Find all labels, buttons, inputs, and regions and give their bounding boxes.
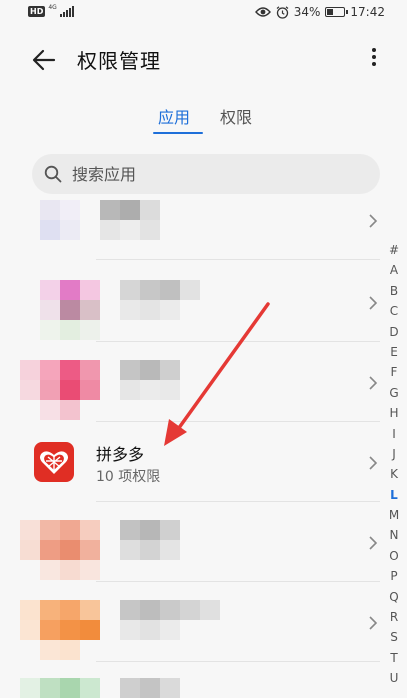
tab-apps[interactable]: 应用 [158,104,190,128]
list-item[interactable] [0,662,380,698]
signal-group: HD 4G [28,4,74,17]
chevron-right-icon [369,616,378,630]
list-item[interactable] [0,582,380,662]
status-right: 34% 17:42 [254,5,385,19]
index-letter[interactable]: F [386,362,402,382]
index-letter[interactable]: U [386,668,402,688]
list-item[interactable] [0,180,380,260]
index-letter[interactable]: P [386,566,402,586]
index-letter[interactable]: Q [386,587,402,607]
pinduoduo-app-icon [34,442,74,482]
alarm-icon [276,5,289,19]
index-letter[interactable]: J [386,444,402,464]
tab-permissions[interactable]: 权限 [220,104,252,128]
index-letter[interactable]: O [386,546,402,566]
alphabet-index[interactable]: # A B C D E F G H I J K L M N O P Q R S T U [386,240,402,689]
list-item[interactable] [0,342,380,422]
index-letter[interactable]: K [386,464,402,484]
index-letter[interactable]: T [386,648,402,668]
index-letter[interactable]: N [386,525,402,545]
index-letter[interactable]: D [386,322,402,342]
index-letter[interactable]: G [386,383,402,403]
chevron-right-icon [369,536,378,550]
hd-badge: HD [28,6,46,17]
index-letter[interactable]: C [386,301,402,321]
active-tab-indicator [153,132,203,134]
index-letter[interactable]: I [386,424,402,444]
chevron-right-icon [369,214,378,228]
back-button[interactable] [30,46,58,74]
index-letter[interactable]: # [386,240,402,260]
index-letter[interactable]: S [386,627,402,647]
eye-icon [254,7,271,17]
heart-icon [40,451,68,474]
network-gen: 4G [48,4,57,11]
index-letter[interactable]: A [386,260,402,280]
list-item[interactable] [0,262,380,342]
clock: 17:42 [350,5,385,19]
tab-bar: 应用 权限 [0,104,407,136]
status-bar: HD 4G 34% 17:42 [0,0,407,28]
app-permission-count: 10 项权限 [96,469,161,485]
page-title: 权限管理 [77,49,161,73]
index-letter[interactable]: L [386,485,402,505]
index-letter[interactable]: E [386,342,402,362]
arrow-left-icon [32,49,56,71]
battery-icon [325,7,349,17]
app-bar: 权限管理 [0,28,407,90]
index-letter[interactable]: H [386,403,402,423]
index-letter[interactable]: B [386,281,402,301]
index-letter[interactable]: M [386,505,402,525]
more-vertical-icon [372,48,376,52]
list-item[interactable] [0,502,380,582]
more-options-button[interactable] [364,45,384,75]
app-name: 拼多多 [96,445,145,464]
index-letter[interactable]: R [386,607,402,627]
signal-icon [59,6,74,17]
chevron-right-icon [369,296,378,310]
battery-fill [327,9,333,15]
battery-percent: 34% [293,5,321,19]
chevron-right-icon [369,376,378,390]
chevron-right-icon [369,456,378,470]
